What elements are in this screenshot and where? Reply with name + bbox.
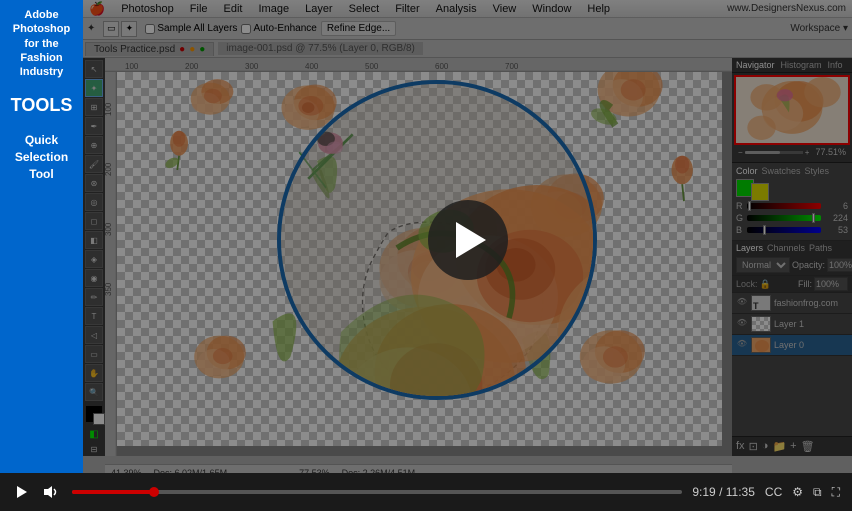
play-triangle-icon <box>456 222 486 258</box>
cc-button[interactable]: CC <box>765 485 782 499</box>
left-sidebar: AdobePhotoshopfor theFashionIndustry TOO… <box>0 0 83 480</box>
sidebar-tool-description: Quick Selection Tool <box>15 132 68 182</box>
progress-fill <box>72 490 154 494</box>
play-pause-button[interactable] <box>12 482 32 502</box>
ps-screenshot: 🍎 Photoshop File Edit Image Layer Select… <box>83 0 852 480</box>
play-button[interactable] <box>428 200 508 280</box>
progress-thumb <box>149 487 159 497</box>
video-play-overlay[interactable] <box>83 0 852 480</box>
current-time: 9:19 / 11:35 <box>692 485 755 499</box>
volume-button[interactable] <box>42 482 62 502</box>
sidebar-title: AdobePhotoshopfor theFashionIndustry <box>13 8 70 79</box>
video-controls-bar: 9:19 / 11:35 CC ⚙ ⧉ ⛶ <box>0 473 852 511</box>
progress-bar[interactable] <box>72 490 682 494</box>
settings-button[interactable]: ⚙ <box>792 485 803 499</box>
main-area: 🍎 Photoshop File Edit Image Layer Select… <box>83 0 852 480</box>
fullscreen-button[interactable]: ⛶ <box>832 485 840 500</box>
pip-button[interactable]: ⧉ <box>813 485 822 500</box>
sidebar-tools-label: TOOLS <box>11 95 73 116</box>
